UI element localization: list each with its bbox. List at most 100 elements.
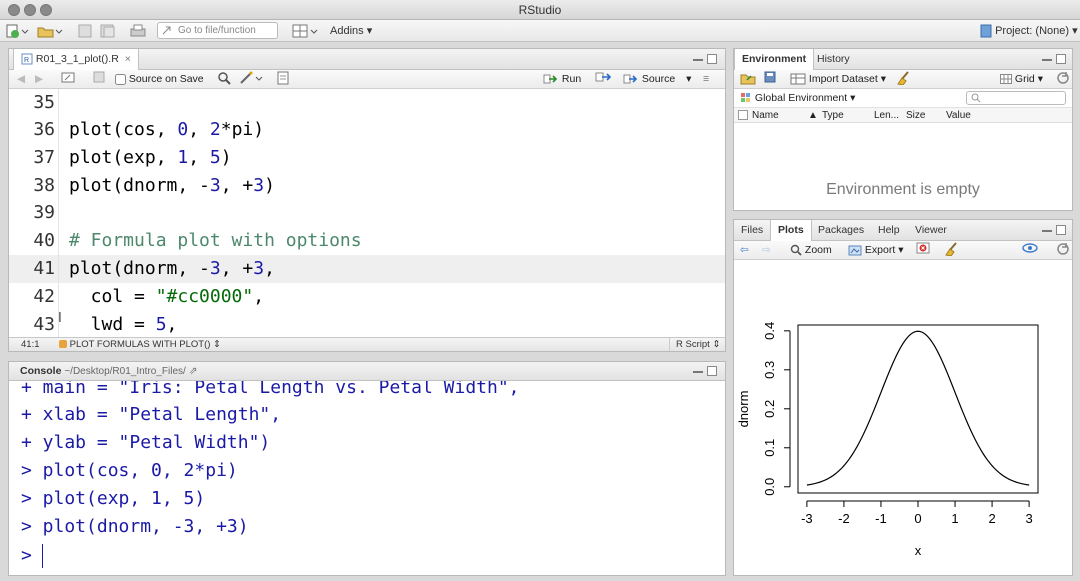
console-line: > plot(exp, 1, 5) bbox=[21, 488, 206, 509]
r-file-icon: R bbox=[21, 53, 33, 65]
editor-statusbar: 41:1 PLOT FORMULAS WITH PLOT() ⇕ R Scrip… bbox=[9, 337, 725, 351]
export-menu[interactable]: Export ▾ bbox=[848, 242, 903, 259]
save-all-icon[interactable] bbox=[100, 23, 116, 39]
y-tick-label: 0.0 bbox=[762, 478, 777, 496]
save-file-icon[interactable] bbox=[93, 71, 105, 88]
code-text: plot(exp, 1, 5) bbox=[69, 147, 232, 168]
close-window-icon[interactable] bbox=[8, 4, 20, 16]
rerun-icon[interactable] bbox=[595, 71, 613, 88]
x-tick-label: -3 bbox=[801, 511, 813, 526]
maximize-pane-icon[interactable] bbox=[1056, 54, 1066, 64]
source-button[interactable]: Source ▾ bbox=[623, 71, 691, 88]
export-icon bbox=[848, 245, 862, 256]
text-cursor-icon: I bbox=[58, 311, 62, 326]
minimize-pane-icon[interactable] bbox=[693, 59, 703, 61]
files-plots-pane: Files Plots Packages Help Viewer ⇦ ⇨ Zoo… bbox=[733, 219, 1073, 576]
maximize-pane-icon[interactable] bbox=[1056, 225, 1066, 235]
chevron-down-icon: ▾ bbox=[898, 244, 904, 256]
close-tab-icon[interactable]: × bbox=[125, 53, 131, 65]
open-file-icon[interactable] bbox=[36, 23, 64, 39]
next-plot-icon[interactable]: ⇨ bbox=[762, 242, 771, 259]
console-output[interactable]: + main = "Iris: Petal Length vs. Petal W… bbox=[9, 381, 725, 575]
back-arrow-icon[interactable]: ◀ bbox=[17, 71, 25, 88]
console-prompt[interactable]: > bbox=[21, 542, 32, 570]
dnorm-curve bbox=[806, 330, 1030, 486]
plot-frame bbox=[797, 324, 1039, 494]
new-file-icon[interactable] bbox=[6, 23, 30, 39]
zoom-window-icon[interactable] bbox=[40, 4, 52, 16]
file-type-menu[interactable]: R Script ⇕ bbox=[669, 338, 720, 351]
code-area[interactable]: 35 36 plot(cos, 0, 2*pi) 37 plot(exp, 1, 5… bbox=[9, 89, 725, 337]
minimize-pane-icon[interactable] bbox=[1042, 230, 1052, 232]
tab-viewer[interactable]: Viewer bbox=[908, 220, 954, 241]
go-to-directory-icon[interactable]: ⇗ bbox=[189, 365, 198, 377]
remove-plot-icon[interactable] bbox=[916, 242, 930, 259]
print-icon[interactable] bbox=[130, 23, 146, 39]
tab-history[interactable]: History bbox=[810, 49, 857, 70]
environment-search-input[interactable] bbox=[966, 91, 1066, 105]
maximize-pane-icon[interactable] bbox=[707, 366, 717, 376]
tab-files[interactable]: Files bbox=[734, 220, 770, 241]
minimize-window-icon[interactable] bbox=[24, 4, 36, 16]
run-button[interactable]: Run bbox=[543, 71, 581, 88]
x-tick-label: 2 bbox=[988, 511, 995, 526]
go-to-file-input[interactable]: Go to file/function bbox=[157, 22, 278, 39]
maximize-pane-icon[interactable] bbox=[707, 54, 717, 64]
source-editor-pane: R R01_3_1_plot().R × ◀ ▶ Source on Save … bbox=[8, 48, 726, 352]
column-size[interactable]: Size bbox=[906, 108, 925, 123]
tab-help[interactable]: Help bbox=[871, 220, 907, 241]
x-tick-label: -1 bbox=[875, 511, 887, 526]
forward-arrow-icon[interactable]: ▶ bbox=[35, 71, 43, 88]
column-name[interactable]: Name bbox=[752, 108, 779, 123]
code-line: 43 lwd = 5, bbox=[9, 311, 725, 337]
section-navigator[interactable]: PLOT FORMULAS WITH PLOT() ⇕ bbox=[59, 338, 221, 351]
project-menu[interactable]: Project: (None) ▾ bbox=[980, 23, 1078, 39]
load-workspace-icon[interactable] bbox=[740, 71, 756, 88]
refresh-icon[interactable] bbox=[1056, 242, 1070, 259]
files-tabbar: Files Plots Packages Help Viewer bbox=[734, 220, 1072, 241]
compile-report-icon[interactable] bbox=[277, 71, 289, 88]
clear-plots-broom-icon[interactable] bbox=[944, 242, 960, 259]
tab-console[interactable]: Console ~/Desktop/R01_Intro_Files/ ⇗ bbox=[13, 362, 205, 381]
tab-plots[interactable]: Plots bbox=[770, 220, 812, 241]
environment-table-header: Name ▲ Type Len... Size Value bbox=[734, 108, 1072, 123]
show-in-window-icon[interactable] bbox=[61, 71, 75, 88]
column-type[interactable]: Type bbox=[822, 108, 844, 123]
tab-environment[interactable]: Environment bbox=[734, 49, 815, 70]
chevron-down-icon: ▾ bbox=[366, 25, 373, 37]
source-on-save-checkbox[interactable]: Source on Save bbox=[115, 71, 204, 88]
publish-icon[interactable] bbox=[1022, 242, 1038, 259]
save-icon[interactable] bbox=[78, 23, 92, 39]
code-text: plot(dnorm, -3, +3) bbox=[69, 175, 275, 196]
column-length[interactable]: Len... bbox=[874, 108, 899, 123]
tab-packages[interactable]: Packages bbox=[811, 220, 871, 241]
console-tabbar: Console ~/Desktop/R01_Intro_Files/ ⇗ bbox=[9, 362, 725, 381]
refresh-icon[interactable] bbox=[1056, 71, 1070, 88]
x-axis: -3 -2 -1 0 1 2 3 bbox=[801, 500, 1033, 526]
import-dataset-menu[interactable]: Import Dataset ▾ bbox=[790, 71, 886, 88]
code-tools-wand-icon[interactable] bbox=[239, 71, 265, 88]
column-value[interactable]: Value bbox=[946, 108, 971, 123]
select-all-checkbox[interactable] bbox=[738, 110, 748, 120]
document-outline-icon[interactable]: ≡ bbox=[703, 71, 709, 88]
save-workspace-icon[interactable] bbox=[764, 71, 776, 88]
zoom-button[interactable]: Zoom bbox=[790, 242, 832, 259]
global-environment-menu[interactable]: Global Environment ▾ bbox=[740, 90, 855, 107]
environment-tabbar: Environment History bbox=[734, 49, 1072, 70]
tab-source-file[interactable]: R R01_3_1_plot().R × bbox=[13, 49, 139, 70]
grid-view-menu[interactable]: Grid ▾ bbox=[1000, 71, 1043, 88]
cursor-position: 41:1 bbox=[21, 339, 40, 350]
y-tick-label: 0.1 bbox=[762, 439, 777, 457]
code-text: plot(dnorm, -3, +3, bbox=[69, 258, 275, 279]
x-tick-label: -2 bbox=[838, 511, 850, 526]
minimize-pane-icon[interactable] bbox=[693, 371, 703, 373]
minimize-pane-icon[interactable] bbox=[1042, 59, 1052, 61]
previous-plot-icon[interactable]: ⇦ bbox=[740, 242, 749, 259]
workspace-panes-icon[interactable] bbox=[292, 23, 318, 39]
find-replace-icon[interactable] bbox=[217, 71, 231, 88]
addins-menu[interactable]: Addins ▾ bbox=[330, 23, 372, 39]
clear-workspace-broom-icon[interactable] bbox=[896, 71, 912, 88]
environment-icon bbox=[741, 93, 750, 103]
environment-toolbar: Import Dataset ▾ Grid ▾ bbox=[734, 70, 1072, 89]
chevron-down-icon[interactable]: ▾ bbox=[686, 73, 691, 85]
